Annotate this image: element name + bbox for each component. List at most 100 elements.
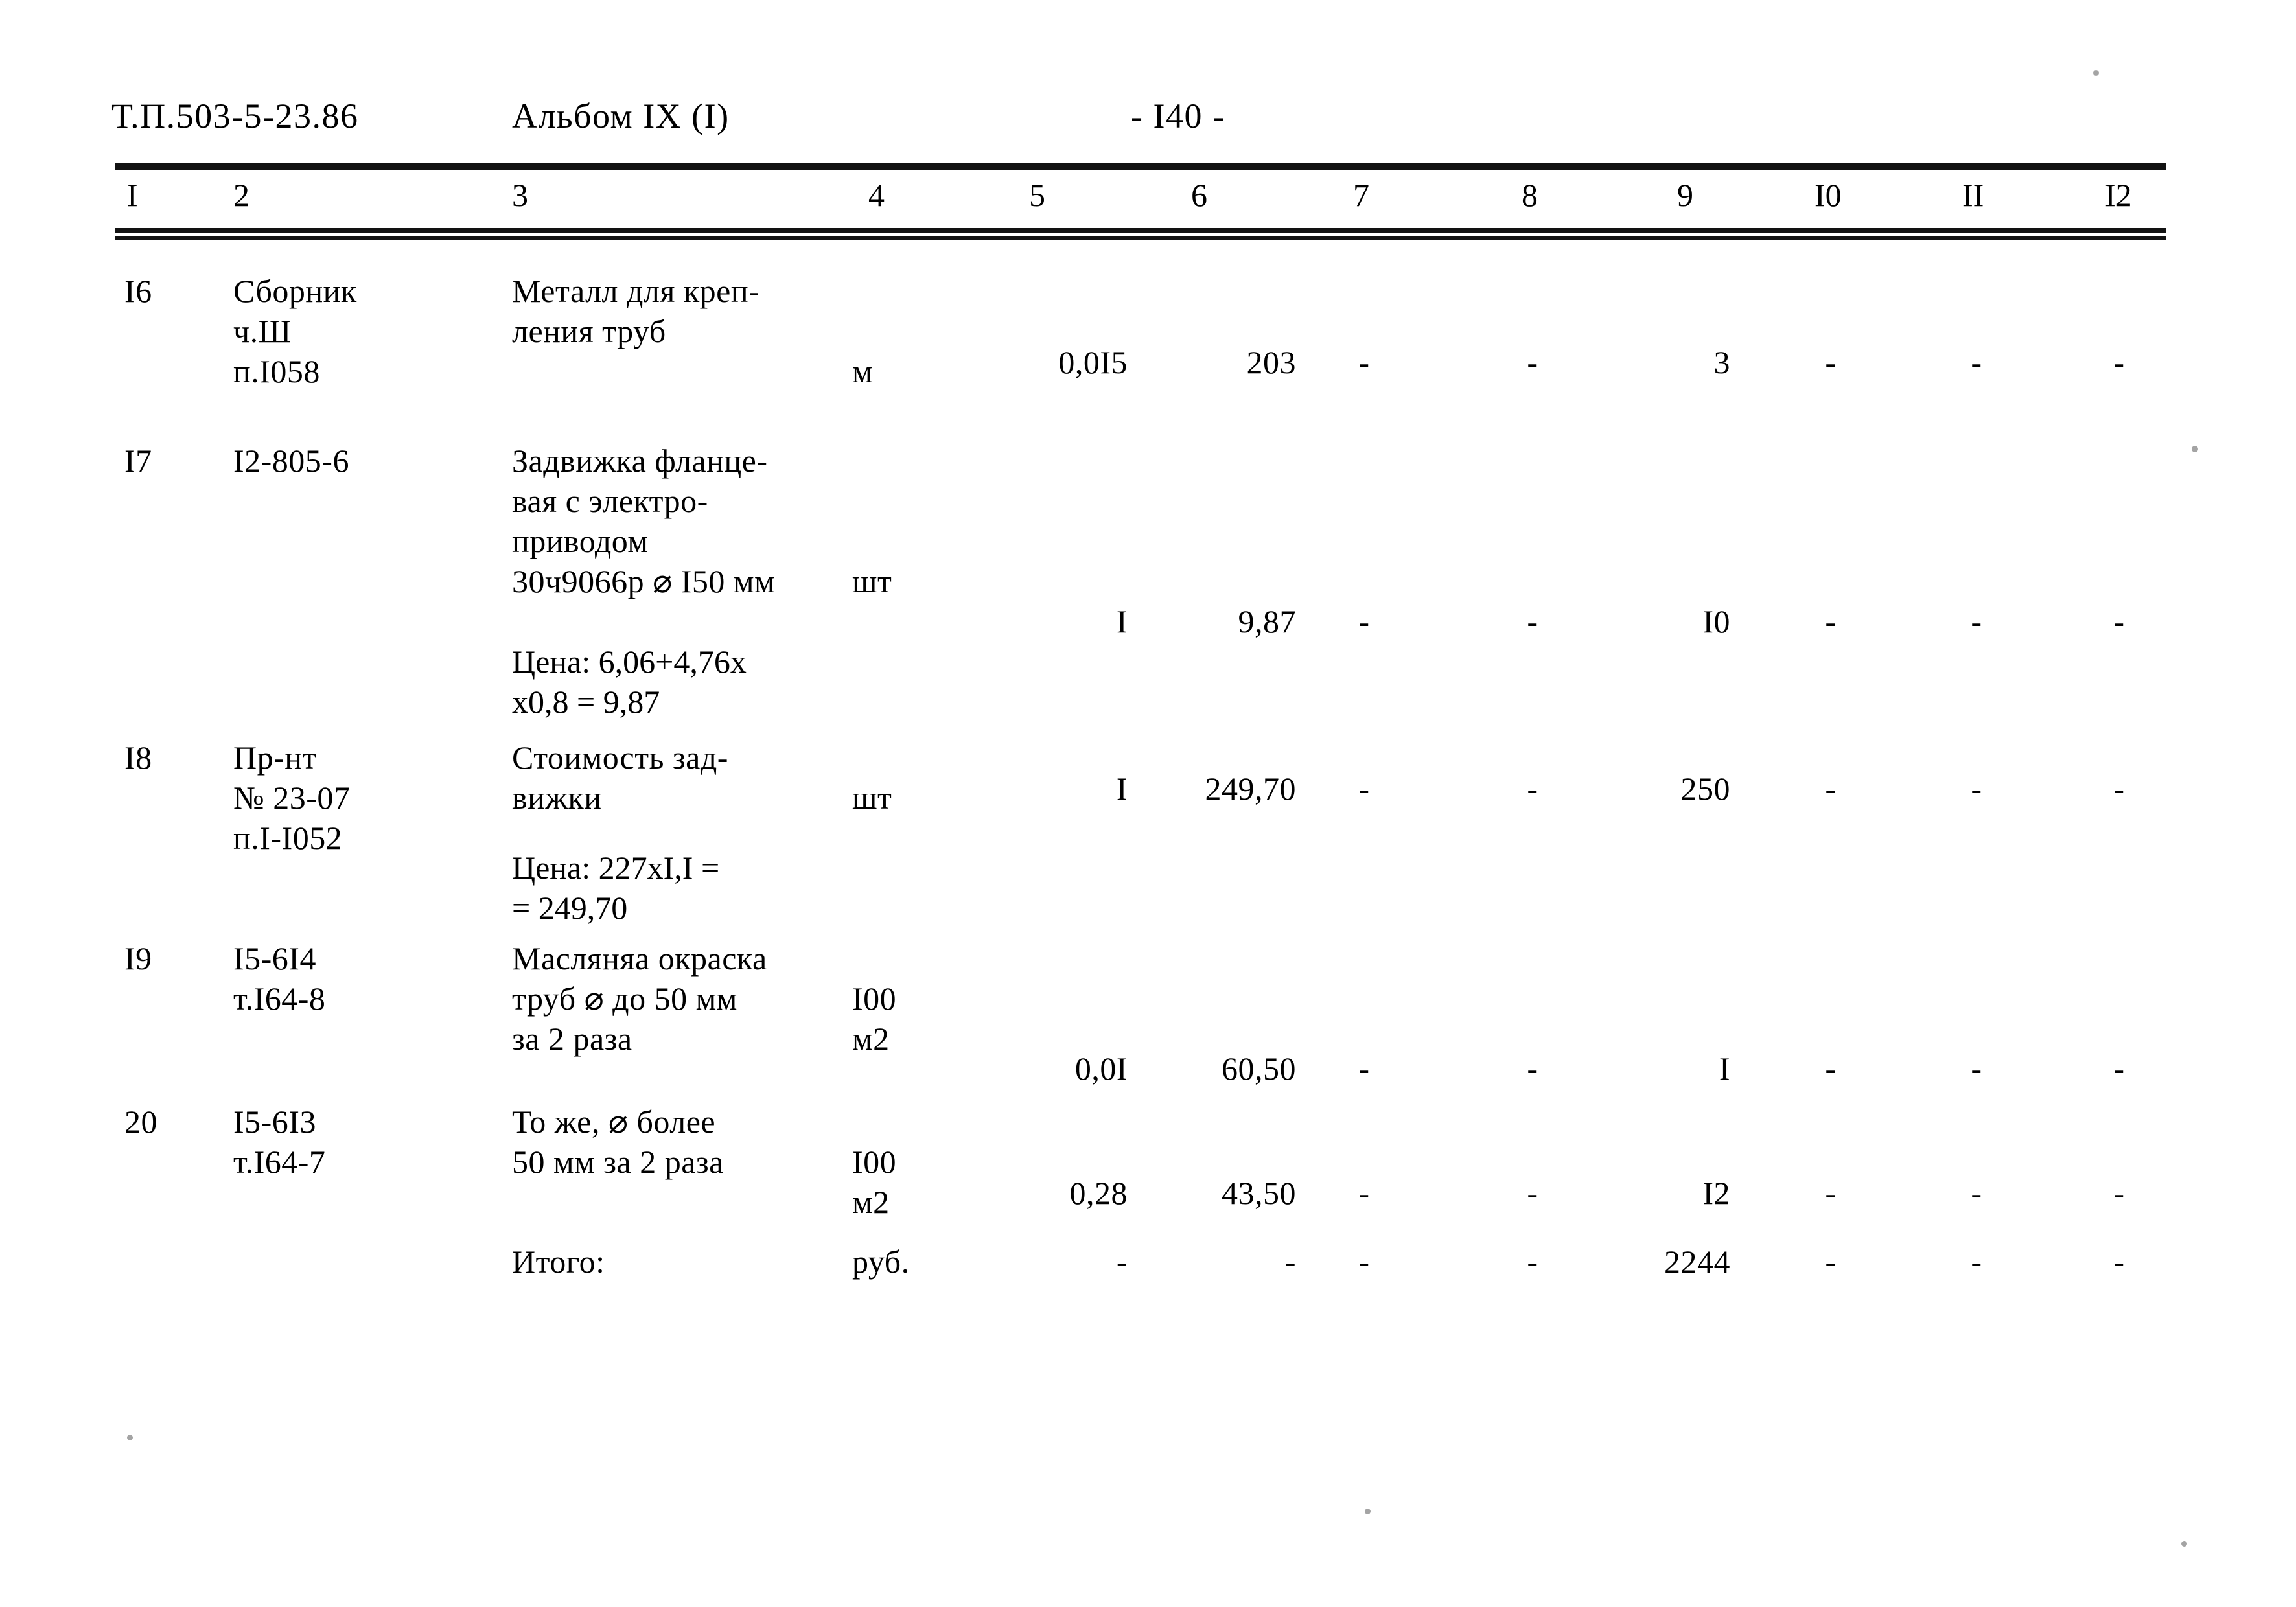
row-col10: - xyxy=(1825,1175,1837,1211)
total-label: Итого: xyxy=(512,1243,605,1280)
row-col9-total: 3 xyxy=(1713,344,1730,380)
total-col9: 2244 xyxy=(1664,1243,1730,1280)
row-unit: м xyxy=(852,353,874,389)
row-price-note: Цена: 227хI,I = = 249,70 xyxy=(512,850,720,926)
row-col8: - xyxy=(1527,344,1538,380)
total-unit: руб. xyxy=(852,1243,910,1280)
row-code: I2-805-6 xyxy=(233,443,349,479)
row-description: Задвижка фланце- вая с электро- приводом… xyxy=(512,443,776,599)
table-top-rule xyxy=(115,163,2166,170)
row-col7: - xyxy=(1358,770,1370,807)
row-col9-total: I0 xyxy=(1702,603,1730,640)
row-col12: - xyxy=(2113,344,2125,380)
row-unit: I00 м2 xyxy=(852,980,897,1057)
column-header-6: 6 xyxy=(1191,177,1207,213)
row-number: I7 xyxy=(124,443,152,479)
total-col7: - xyxy=(1358,1243,1370,1280)
row-unit-price: 43,50 xyxy=(1222,1175,1296,1211)
row-quantity: 0,28 xyxy=(1069,1175,1128,1211)
row-unit-price: 249,70 xyxy=(1205,770,1296,807)
row-number: I6 xyxy=(124,273,152,309)
row-description: То же, ⌀ более 50 мм за 2 раза xyxy=(512,1104,724,1180)
row-col10: - xyxy=(1825,770,1837,807)
row-code: I5-6I3 т.I64-7 xyxy=(233,1104,326,1180)
column-header-9: 9 xyxy=(1677,177,1693,213)
total-col12: - xyxy=(2113,1243,2125,1280)
column-header-4: 4 xyxy=(868,177,885,213)
row-unit-price: 203 xyxy=(1246,344,1296,380)
row-col7: - xyxy=(1358,1050,1370,1087)
total-col11: - xyxy=(1971,1243,1982,1280)
scan-speck xyxy=(1365,1509,1371,1514)
table-row: I8 Пр-нт № 23-07 п.I-I052 Стоимость зад- в… xyxy=(0,737,2296,926)
row-unit: шт xyxy=(852,563,892,599)
row-number: I9 xyxy=(124,940,152,977)
table-row: I6 Сборник ч.Ш п.I058 Металл для креп- лен… xyxy=(0,271,2296,389)
total-col5: - xyxy=(1116,1243,1128,1280)
row-col10: - xyxy=(1825,1050,1837,1087)
column-header-7: 7 xyxy=(1353,177,1369,213)
row-col11: - xyxy=(1971,1050,1982,1087)
row-col10: - xyxy=(1825,344,1837,380)
total-col10: - xyxy=(1825,1243,1837,1280)
row-unit-price: 9,87 xyxy=(1238,603,1296,640)
album-label: Альбом IX (I) xyxy=(512,97,730,135)
column-header-2: 2 xyxy=(233,177,249,213)
row-quantity: I xyxy=(1116,770,1128,807)
scan-speck xyxy=(2093,70,2099,76)
row-number: 20 xyxy=(124,1104,157,1140)
row-description: Стоимость зад- вижки xyxy=(512,739,728,816)
total-col8: - xyxy=(1527,1243,1538,1280)
row-description: Масляняа окраска труб ⌀ до 50 мм за 2 ра… xyxy=(512,940,767,1057)
row-col12: - xyxy=(2113,1175,2125,1211)
row-col7: - xyxy=(1358,603,1370,640)
row-col11: - xyxy=(1971,1175,1982,1211)
row-col12: - xyxy=(2113,603,2125,640)
column-header-12: I2 xyxy=(2105,177,2132,213)
row-col11: - xyxy=(1971,770,1982,807)
column-header-3: 3 xyxy=(512,177,528,213)
page-header: Т.П.503-5-23.86 Альбом IX (I) - I40 - xyxy=(0,96,2296,141)
row-description: Металл для креп- ления труб xyxy=(512,273,760,349)
row-code: Пр-нт № 23-07 п.I-I052 xyxy=(233,739,351,856)
table-row: 20 I5-6I3 т.I64-7 То же, ⌀ более 50 мм за … xyxy=(0,1102,2296,1220)
row-col8: - xyxy=(1527,603,1538,640)
row-number: I8 xyxy=(124,739,152,776)
row-code: Сборник ч.Ш п.I058 xyxy=(233,273,357,389)
row-col9-total: I2 xyxy=(1702,1175,1730,1211)
row-code: I5-6I4 т.I64-8 xyxy=(233,940,326,1017)
row-col11: - xyxy=(1971,344,1982,380)
row-quantity: 0,0I5 xyxy=(1058,344,1128,380)
row-unit-price: 60,50 xyxy=(1222,1050,1296,1087)
total-col6: - xyxy=(1284,1243,1296,1280)
row-col7: - xyxy=(1358,1175,1370,1211)
row-col8: - xyxy=(1527,770,1538,807)
column-header-8: 8 xyxy=(1522,177,1538,213)
table-total-row: Итого: руб. - - - - 2244 - - - xyxy=(0,1242,2296,1280)
scan-speck xyxy=(2192,446,2198,452)
row-col11: - xyxy=(1971,603,1982,640)
scan-speck xyxy=(127,1435,133,1440)
column-header-10: I0 xyxy=(1815,177,1842,213)
row-col9-total: I xyxy=(1719,1050,1730,1087)
page-number: - I40 - xyxy=(1131,97,1225,135)
scan-speck xyxy=(2181,1541,2187,1547)
row-col12: - xyxy=(2113,1050,2125,1087)
row-unit: I00 м2 xyxy=(852,1144,897,1220)
row-col9-total: 250 xyxy=(1680,770,1730,807)
table-header-rule-upper xyxy=(115,228,2166,233)
row-price-note: Цена: 6,06+4,76х х0,8 = 9,87 xyxy=(512,643,747,720)
table-row: I9 I5-6I4 т.I64-8 Масляняа окраска труб ⌀ … xyxy=(0,938,2296,1087)
column-header-5: 5 xyxy=(1029,177,1045,213)
row-col10: - xyxy=(1825,603,1837,640)
row-col12: - xyxy=(2113,770,2125,807)
column-header-1: I xyxy=(127,177,138,213)
row-quantity: 0,0I xyxy=(1074,1050,1128,1087)
document-page: Т.П.503-5-23.86 Альбом IX (I) - I40 - I2… xyxy=(0,0,2296,1607)
table-row: I7 I2-805-6 Задвижка фланце- вая с электро… xyxy=(0,441,2296,720)
row-col8: - xyxy=(1527,1050,1538,1087)
document-code: Т.П.503-5-23.86 xyxy=(111,97,359,135)
row-quantity: I xyxy=(1116,603,1128,640)
row-unit: шт xyxy=(852,780,892,816)
table-header-rule-lower xyxy=(115,236,2166,240)
